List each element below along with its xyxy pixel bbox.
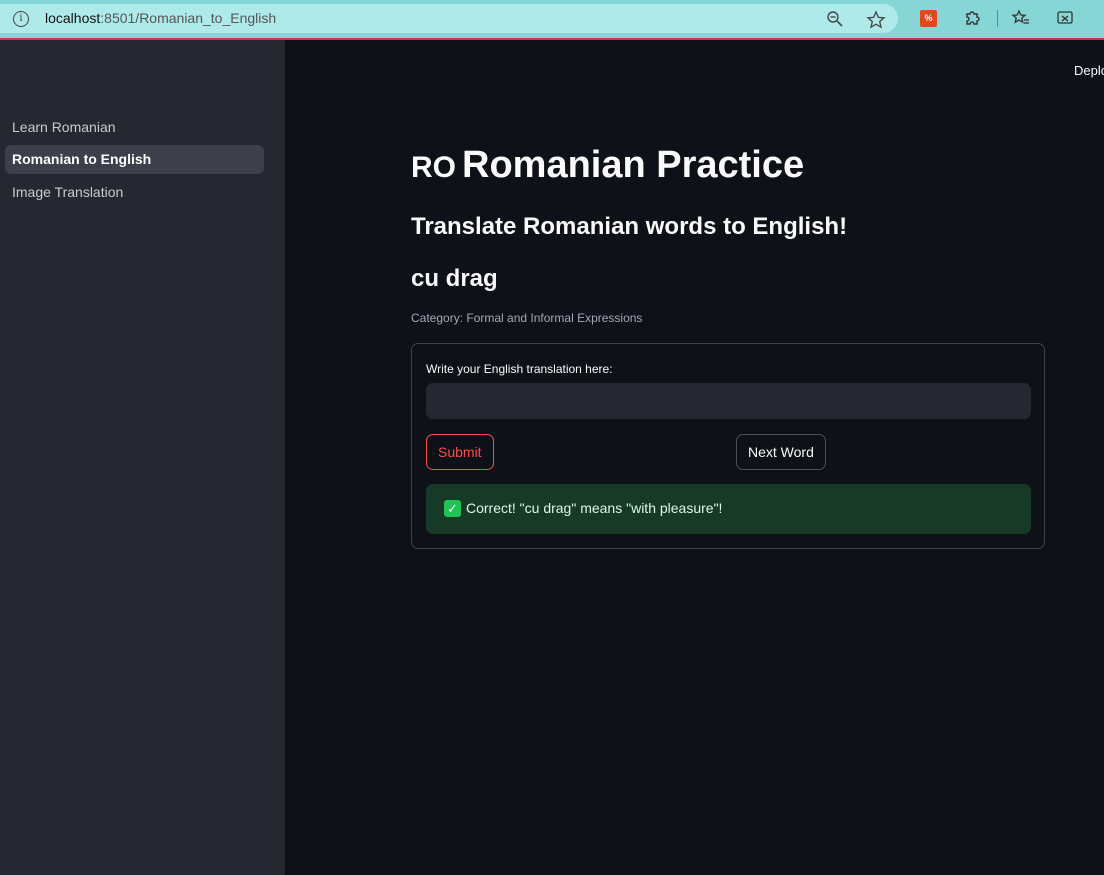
next-word-button[interactable]: Next Word <box>736 434 826 470</box>
category-caption: Category: Formal and Informal Expression… <box>411 311 643 325</box>
sidebar-item-learn-romanian[interactable]: Learn Romanian <box>5 113 264 142</box>
extensions-puzzle-icon[interactable] <box>963 8 983 28</box>
sidebar-item-romanian-to-english[interactable]: Romanian to English <box>5 145 264 174</box>
browser-toolbar: i localhost:8501/Romanian_to_English % <box>0 0 1104 40</box>
check-icon: ✓ <box>444 500 461 517</box>
success-message: Correct! "cu drag" means "with pleasure"… <box>466 500 723 516</box>
url-path: :8501/Romanian_to_English <box>100 10 277 26</box>
romanian-word: cu drag <box>411 265 498 292</box>
translation-form: Write your English translation here: Sub… <box>411 343 1045 549</box>
flag-code: RO <box>411 151 456 184</box>
page-subheader: Translate Romanian words to English! <box>411 213 848 240</box>
toolbar-divider <box>997 10 998 27</box>
translation-input[interactable] <box>426 383 1031 419</box>
extension-badge-icon[interactable]: % <box>920 10 937 27</box>
url-host: localhost <box>45 10 101 26</box>
success-alert: ✓ Correct! "cu drag" means "with pleasur… <box>426 484 1031 534</box>
site-info-icon[interactable]: i <box>13 11 29 27</box>
submit-button[interactable]: Submit <box>426 434 494 470</box>
translation-input-label: Write your English translation here: <box>426 362 613 376</box>
sidebar-item-image-translation[interactable]: Image Translation <box>5 178 264 207</box>
page-title-text: Romanian Practice <box>462 144 805 186</box>
address-bar[interactable]: i localhost:8501/Romanian_to_English <box>0 4 898 33</box>
deploy-button[interactable]: Deplo <box>1074 63 1104 78</box>
page-title: RO Romanian Practice <box>411 144 804 187</box>
favorites-icon[interactable] <box>1011 8 1031 28</box>
bookmark-star-icon[interactable] <box>866 10 886 30</box>
sidebar: Learn Romanian Romanian to English Image… <box>0 40 285 875</box>
collections-icon[interactable] <box>1055 8 1075 28</box>
zoom-icon[interactable] <box>825 10 845 30</box>
main-content: Deplo RORomanian Practice Translate Roma… <box>285 40 1104 875</box>
url-text[interactable]: localhost:8501/Romanian_to_English <box>45 10 276 26</box>
